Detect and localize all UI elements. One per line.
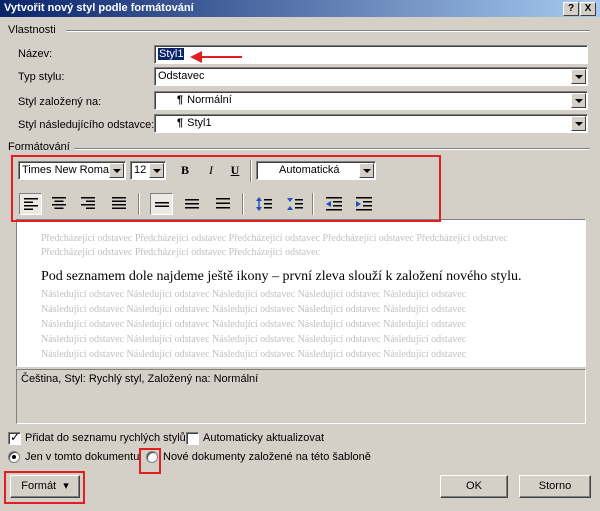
style-preview: Předcházející odstavec Předcházející ods… <box>16 219 586 367</box>
preview-previous-line: Předcházející odstavec Předcházející ods… <box>41 233 508 244</box>
increase-indent-icon <box>356 197 372 211</box>
based-on-dropdown-arrow[interactable] <box>571 93 586 108</box>
font-name-value: Times New Roman <box>22 164 116 176</box>
one-half-spacing-button[interactable] <box>181 193 204 215</box>
paragraph-mark-icon: ¶ <box>177 94 184 106</box>
one-half-spacing-icon <box>185 199 199 209</box>
style-description: Čeština, Styl: Rychlý styl, Založený na:… <box>16 369 586 424</box>
font-size-value: 12 <box>134 164 147 176</box>
align-center-button[interactable] <box>48 193 71 215</box>
new-documents-template-label: Nové dokumenty založené na této šabloně <box>163 451 371 463</box>
increase-spacing-icon <box>256 197 272 211</box>
new-documents-template-radio[interactable] <box>146 451 158 463</box>
format-menu-button[interactable]: Formát ▾ <box>10 475 80 498</box>
bold-button[interactable]: B <box>174 160 196 180</box>
create-style-dialog: Vytvořit nový styl podle formátování ? X… <box>0 0 600 511</box>
cancel-button[interactable]: Storno <box>519 475 591 498</box>
decrease-indent-icon <box>326 197 342 211</box>
align-left-icon <box>24 198 38 210</box>
justify-icon <box>112 197 126 209</box>
add-to-quick-styles-label: Přidat do seznamu rychlých stylů <box>25 432 186 444</box>
title-bar: Vytvořit nový styl podle formátování ? X <box>0 0 600 17</box>
toolbar-separator <box>242 193 244 215</box>
font-name-select[interactable]: Times New Roman <box>18 161 126 180</box>
font-color-dropdown-arrow[interactable] <box>359 163 374 178</box>
preview-following-line: Následující odstavec Následující odstave… <box>41 304 467 315</box>
format-button-label: Formát <box>21 480 57 492</box>
preview-main-text: Pod seznamem dole najdeme ještě ikony – … <box>41 269 522 284</box>
next-style-label: Styl následujícího odstavce: <box>18 119 155 131</box>
format-dropdown-icon: ▾ <box>63 480 69 492</box>
align-left-button[interactable] <box>19 193 42 215</box>
align-center-icon <box>52 197 66 209</box>
only-this-document-radio[interactable] <box>8 451 20 463</box>
add-to-quick-styles-checkbox[interactable] <box>8 430 21 445</box>
based-on-value: Normální <box>187 94 232 106</box>
auto-update-checkbox[interactable] <box>186 432 199 445</box>
name-label: Název: <box>18 48 53 60</box>
based-on-label: Styl založený na: <box>18 96 102 108</box>
name-value: Styl1 <box>158 48 185 60</box>
increase-paragraph-spacing-button[interactable] <box>252 193 275 215</box>
decrease-spacing-icon <box>287 198 303 210</box>
preview-following-line: Následující odstavec Následující odstave… <box>41 319 467 330</box>
toolbar-separator <box>312 193 314 215</box>
next-style-dropdown-arrow[interactable] <box>571 116 586 131</box>
toolbar-separator <box>250 160 252 182</box>
based-on-select[interactable]: ¶ Normální <box>154 91 588 110</box>
next-style-value: Styl1 <box>187 117 212 129</box>
formatting-section-label: Formátování <box>8 141 70 153</box>
font-color-select[interactable]: Automatická <box>256 161 376 180</box>
font-size-dropdown-arrow[interactable] <box>149 163 164 178</box>
properties-divider <box>66 30 590 32</box>
align-right-icon <box>81 197 95 209</box>
underline-button[interactable]: U <box>224 160 246 180</box>
close-button[interactable]: X <box>580 2 596 16</box>
increase-indent-button[interactable] <box>352 193 375 215</box>
single-spacing-icon <box>155 202 169 207</box>
decrease-paragraph-spacing-button[interactable] <box>283 193 306 215</box>
preview-following-line: Následující odstavec Následující odstave… <box>41 289 467 300</box>
next-style-select[interactable]: ¶ Styl1 <box>154 114 588 133</box>
paragraph-mark-icon: ¶ <box>177 117 184 129</box>
preview-following-line: Následující odstavec Následující odstave… <box>41 349 467 360</box>
font-size-select[interactable]: 12 <box>130 161 166 180</box>
style-type-select[interactable]: Odstavec <box>154 67 588 86</box>
annotation-arrow-icon <box>190 51 242 63</box>
font-color-value: Automatická <box>279 164 340 176</box>
preview-following-line: Následující odstavec Následující odstave… <box>41 334 467 345</box>
align-right-button[interactable] <box>77 193 100 215</box>
formatting-divider <box>74 148 590 150</box>
double-spacing-icon <box>216 198 230 209</box>
single-spacing-button[interactable] <box>150 193 173 215</box>
ok-button[interactable]: OK <box>440 475 508 498</box>
help-button[interactable]: ? <box>563 2 579 16</box>
double-spacing-button[interactable] <box>212 193 235 215</box>
style-description-text: Čeština, Styl: Rychlý styl, Založený na:… <box>21 373 259 385</box>
auto-update-label: Automaticky aktualizovat <box>203 432 325 444</box>
preview-previous-line: Předcházející odstavec Předcházející ods… <box>41 247 321 258</box>
dialog-title: Vytvořit nový styl podle formátování <box>4 2 194 14</box>
italic-button[interactable]: I <box>200 160 222 180</box>
only-this-document-label: Jen v tomto dokumentu <box>25 451 140 463</box>
justify-button[interactable] <box>108 193 131 215</box>
toolbar-separator <box>138 193 140 215</box>
style-type-dropdown-arrow[interactable] <box>571 69 586 84</box>
style-type-label: Typ stylu: <box>18 71 65 83</box>
font-name-dropdown-arrow[interactable] <box>109 163 124 178</box>
style-type-value: Odstavec <box>158 70 205 82</box>
decrease-indent-button[interactable] <box>322 193 345 215</box>
properties-section-label: Vlastnosti <box>8 24 56 36</box>
